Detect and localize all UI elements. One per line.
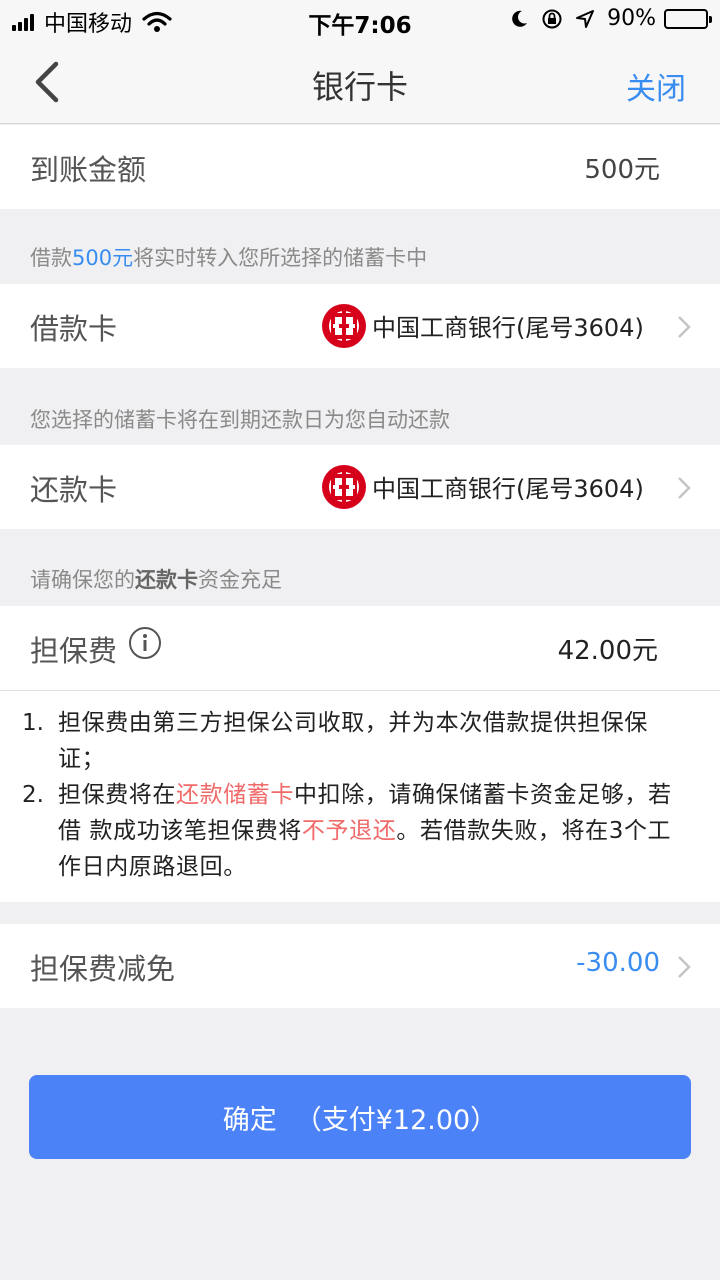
guarantee-fee-value: 42.00元 xyxy=(557,636,658,666)
confirm-label: 确定 xyxy=(222,1104,277,1136)
note-2-line-3: 作日内原路退回。 xyxy=(58,854,247,880)
loan-card-bank: 中国工商银行(尾号3604) xyxy=(372,314,644,342)
battery-icon xyxy=(664,8,712,29)
status-right: 90% xyxy=(509,6,712,31)
confirm-pay-button[interactable]: 确定 （支付¥12.00） xyxy=(29,1075,691,1159)
close-button[interactable]: 关闭 xyxy=(626,64,686,108)
funds-hint: 请确保您的还款卡资金充足 xyxy=(30,564,282,594)
auto-repay-hint: 您选择的储蓄卡将在到期还款日为您自动还款 xyxy=(30,408,450,432)
repay-card-row[interactable]: 还款卡 中国工商银行(尾号3604) xyxy=(0,445,720,529)
note-2-number: 2. xyxy=(22,782,44,808)
guarantee-fee-row: 担保费 42.00元 xyxy=(0,606,720,690)
chevron-right-icon xyxy=(678,316,691,338)
page-title: 银行卡 xyxy=(311,68,408,106)
transfer-hint-suffix: 将实时转入您所选择的储蓄卡中 xyxy=(133,246,428,270)
rotation-lock-icon xyxy=(542,9,562,28)
battery-percent: 90% xyxy=(607,6,656,31)
status-bar: 中国移动 下午7:06 90% xyxy=(0,0,720,40)
note-2-highlight-card: 还款储蓄卡 xyxy=(176,782,294,808)
icbc-logo-icon xyxy=(322,465,366,509)
amount-label: 到账金额 xyxy=(30,153,147,187)
note-1-number: 1. xyxy=(22,710,44,736)
amount-row: 到账金额 500元 xyxy=(0,125,720,209)
fee-discount-value: -30.00 xyxy=(576,948,660,978)
amount-value: 500元 xyxy=(584,155,660,185)
note-2-text-a: 担保费将在 xyxy=(58,782,176,808)
note-2-line-1: 担保费将在还款储蓄卡中扣除，请确保储蓄卡资金足够，若 xyxy=(58,777,712,813)
chevron-right-icon xyxy=(678,477,691,499)
funds-hint-prefix: 请确保您的 xyxy=(30,568,135,592)
guarantee-fee-label: 担保费 xyxy=(30,634,118,668)
fee-notes: 1. 担保费由第三方担保公司收取，并为本次借款提供担保保 证； 2. 担保费将在… xyxy=(0,690,720,902)
icbc-logo-icon xyxy=(322,304,366,348)
fee-discount-row[interactable]: 担保费减免 -30.00 xyxy=(0,924,720,1008)
note-1-line-2: 证； xyxy=(58,746,106,772)
transfer-hint: 借款500元将实时转入您所选择的储蓄卡中 xyxy=(30,242,427,272)
fee-discount-label: 担保费减免 xyxy=(30,952,176,986)
loan-card-row[interactable]: 借款卡 中国工商银行(尾号3604) xyxy=(0,284,720,368)
loan-card-label: 借款卡 xyxy=(30,312,118,346)
transfer-hint-amount: 500元 xyxy=(72,246,134,270)
repay-card-bank: 中国工商银行(尾号3604) xyxy=(372,475,644,503)
note-2-line-2: 借 款成功该笔担保费将不予退还。若借款失败，将在3个工 xyxy=(58,813,712,849)
note-2-text-d: 。若借款失败，将在3个工 xyxy=(396,818,672,844)
repay-card-label: 还款卡 xyxy=(30,473,118,507)
chevron-right-icon xyxy=(678,956,691,978)
funds-hint-bold: 还款卡 xyxy=(135,568,198,592)
confirm-pay-amount: （支付¥12.00） xyxy=(294,1104,498,1136)
note-2-text-b: 中扣除，请确保储蓄卡资金足够，若 xyxy=(294,782,672,808)
note-1-line-1: 担保费由第三方担保公司收取，并为本次借款提供担保保 xyxy=(58,710,648,736)
note-2-highlight-norefund: 不予退还 xyxy=(301,818,397,844)
note-2-text-c: 借 款成功该笔担保费将 xyxy=(58,818,302,844)
location-arrow-icon xyxy=(576,9,595,28)
info-icon[interactable] xyxy=(128,626,162,660)
moon-icon xyxy=(512,10,528,27)
nav-bar: 银行卡 关闭 xyxy=(0,40,720,124)
transfer-hint-prefix: 借款 xyxy=(30,246,72,270)
funds-hint-suffix: 资金充足 xyxy=(198,568,282,592)
